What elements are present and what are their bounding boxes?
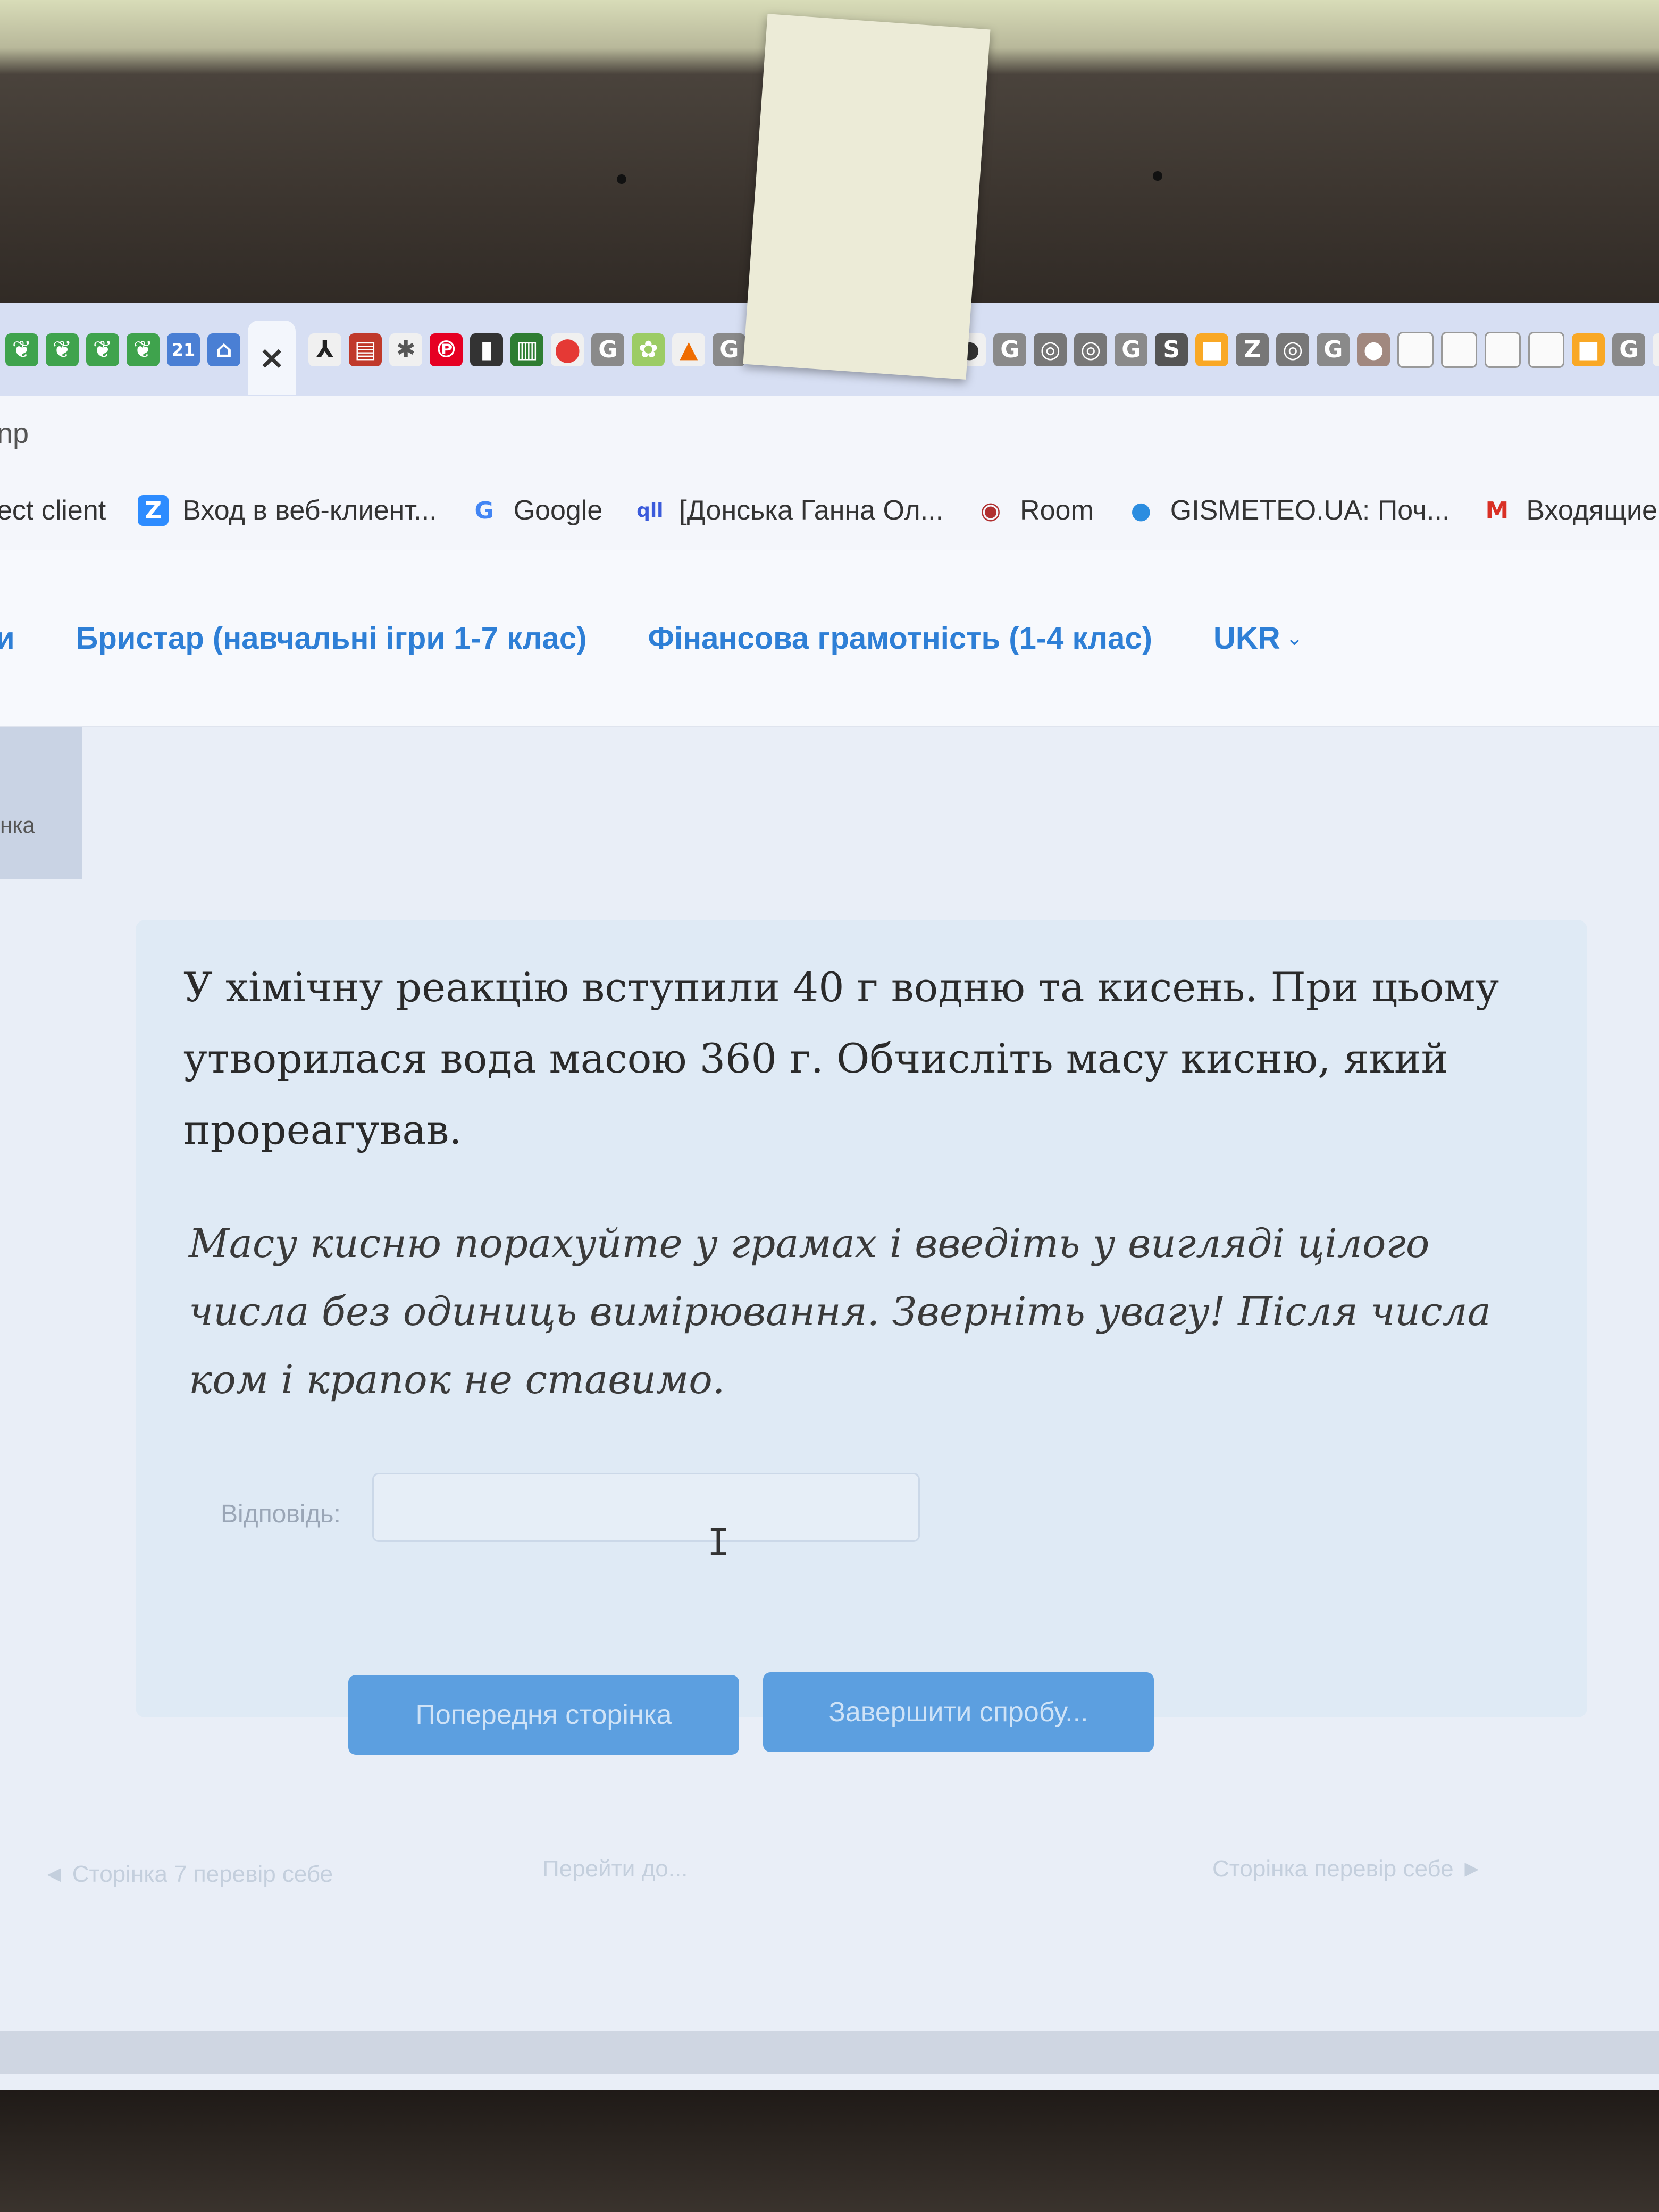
person-icon[interactable]: ⅄ [308,333,342,366]
bookmark-label: ect client [0,495,106,526]
bookmark-room[interactable]: ◉ Room [975,495,1094,526]
rose-icon[interactable]: ◎ [1034,333,1067,366]
question-text: У хімічну реакцію вступили 40 г водню та… [183,963,1499,1153]
flower-icon[interactable]: ✿ [632,333,665,366]
bookmark-google[interactable]: G Google [469,495,603,526]
nav-link-partial[interactable]: и [0,621,15,656]
avatar-icon[interactable]: ● [1357,333,1390,366]
qll-icon: qll [636,499,664,522]
home-icon[interactable]: ⌂ [207,333,240,366]
google-icon[interactable]: G [1317,333,1350,366]
gmail-icon: M [1485,497,1509,524]
map-pin-icon[interactable]: ⬤ [551,333,584,366]
calendar-icon[interactable]: 21 [167,333,200,366]
bookmark-gismeteo[interactable]: ● GISMETEO.UA: Поч... [1126,495,1450,526]
google-icon[interactable]: G [993,333,1027,366]
chevron-down-icon: ⌄ [1285,626,1304,650]
other-tabs-right: ● G ◎ ◎ G S ■ Z ◎ G ● ■ G ✎ [948,331,1659,368]
google-icon[interactable]: G [713,333,746,366]
z-icon[interactable]: Z [1236,333,1269,366]
side-tab[interactable]: нка [0,727,82,879]
gear-icon[interactable]: ✱ [389,333,423,366]
bookmark-qll[interactable]: qll [Донська Ганна Ол... [634,495,943,526]
google-icon[interactable]: G [591,333,625,366]
evernote-icon[interactable]: ❦ [86,333,119,366]
finish-attempt-button[interactable]: Завершити спробу... [763,1672,1154,1752]
answer-input[interactable] [372,1473,920,1542]
blank-tab-icon[interactable] [1485,331,1521,368]
bookmarks-bar: ect client Z Вход в веб-клиент... G Goog… [0,471,1659,552]
evernote-icon[interactable]: ❦ [5,333,38,366]
active-tab[interactable]: × [248,320,296,395]
site-nav: и Бристар (навчальні ігри 1-7 клас) Фіна… [0,550,1659,727]
blank-tab-icon[interactable] [1528,331,1565,368]
chart-icon[interactable]: ▥ [510,333,544,366]
bookmark-gmail[interactable]: M Входящие ( [1481,495,1659,526]
s-icon[interactable]: S [1155,333,1188,366]
book-icon[interactable]: ▤ [349,333,382,366]
pinned-tabs: ❦ ❦ ❦ ❦ 21 ⌂ [0,333,240,366]
camera-dot [1153,171,1162,181]
bookmark-label: Вход в веб-клиент... [182,495,437,526]
text-cursor-icon: I [707,1521,730,1564]
close-tab-icon[interactable]: × [258,339,285,376]
side-tab-label: нка [0,812,35,837]
bookmark-zoom[interactable]: Z Вход в веб-клиент... [138,495,437,526]
address-bar[interactable]: np [0,396,1659,471]
cone-icon[interactable]: ▲ [672,333,706,366]
blank-tab-icon[interactable] [1397,331,1434,368]
prev-page-link[interactable]: ◄ Сторінка 7 перевір себе [43,1861,333,1888]
question-panel: У хімічну реакцію вступили 40 г водню та… [136,920,1587,1717]
bookmark-label: GISMETEO.UA: Поч... [1170,495,1450,526]
bookmark-label: Room [1020,495,1094,526]
zoom-icon: Z [138,495,169,526]
room-icon: ◉ [980,497,1001,524]
other-tabs: ⅄ ▤ ✱ ℗ ▮ ▥ ⬤ G ✿ ▲ G [303,333,746,366]
goto-select[interactable]: Перейти до... [542,1856,688,1882]
language-label: UKR [1213,621,1280,656]
answer-label: Відповідь: [221,1500,341,1528]
evernote-icon[interactable]: ❦ [46,333,79,366]
quiz-footer-nav: ◄ Сторінка 7 перевір себе Перейти до... … [0,1850,1659,1914]
evernote-icon[interactable]: ❦ [127,333,160,366]
language-selector[interactable]: UKR ⌄ [1213,621,1303,656]
taskbar [0,2031,1659,2074]
address-text[interactable]: np [0,417,29,450]
rose-icon[interactable]: ◎ [1276,333,1310,366]
nav-link-bristar[interactable]: Бристар (навчальні ігри 1-7 клас) [76,621,587,656]
bookmark-label: Google [513,495,603,526]
slides-icon[interactable]: ■ [1195,333,1229,366]
nav-link-finance[interactable]: Фінансова грамотність (1-4 клас) [648,621,1152,656]
brush-icon[interactable]: ✎ [1653,333,1659,366]
slides-icon[interactable]: ■ [1572,333,1605,366]
google-icon[interactable]: G [1115,333,1148,366]
bookmark-label: [Донська Ганна Ол... [679,495,944,526]
question-instructions: Масу кисню порахуйте у грамах і введіть … [189,1221,1491,1403]
bookmark-label: Входящие ( [1526,495,1659,526]
google-icon: G [474,497,494,524]
previous-page-button[interactable]: Попередня сторінка [348,1675,739,1755]
camera-dot [617,174,626,184]
rose-icon[interactable]: ◎ [1074,333,1108,366]
masking-tape [743,14,991,380]
monitor-bezel-bottom [0,2090,1659,2212]
browser-screen: ❦ ❦ ❦ ❦ 21 ⌂ × ⅄ ▤ ✱ ℗ ▮ ▥ ⬤ G ✿ ▲ G ● G… [0,303,1659,2090]
google-icon[interactable]: G [1612,333,1646,366]
bookmark-item[interactable]: ect client [0,495,106,526]
gismeteo-icon: ● [1130,497,1151,524]
doc-icon[interactable]: ▮ [470,333,504,366]
next-page-link[interactable]: Сторінка перевір себе ► [1212,1856,1483,1882]
blank-tab-icon[interactable] [1441,331,1478,368]
pinterest-icon[interactable]: ℗ [430,333,463,366]
